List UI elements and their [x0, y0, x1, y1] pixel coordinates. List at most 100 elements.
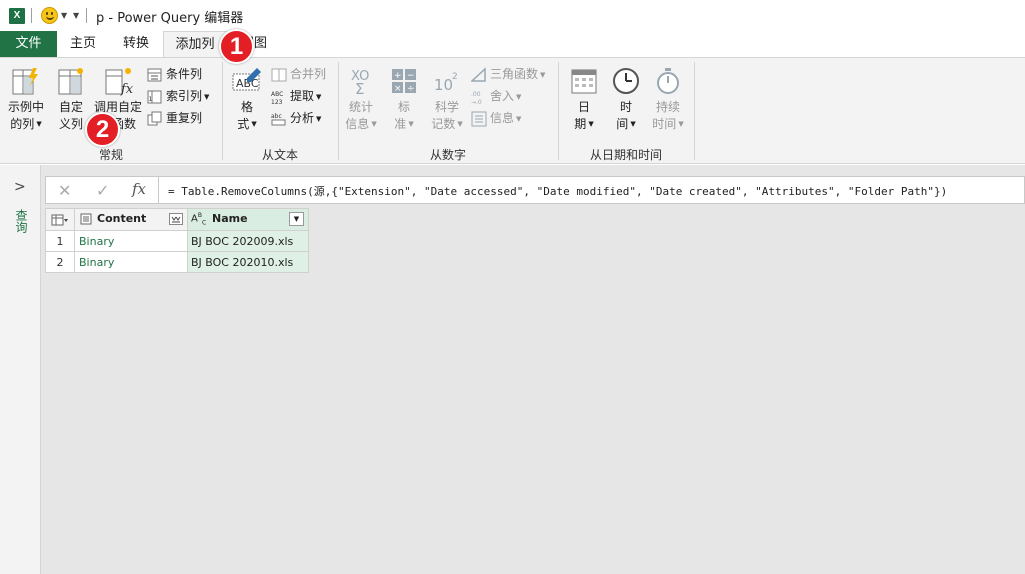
svg-text:−: −: [407, 71, 415, 81]
svg-text:→.0: →.0: [471, 99, 482, 105]
chevron-down-icon: ▼: [678, 120, 684, 128]
group-label-from-text: 从文本: [261, 148, 298, 162]
custom-column-icon: [58, 68, 83, 95]
text-type-icon: ABC: [191, 212, 207, 227]
conditional-column-label: 条件列: [166, 67, 203, 81]
filter-dropdown-icon[interactable]: ▼: [289, 212, 304, 226]
chevron-down-icon: ▼: [36, 120, 42, 128]
divider: [86, 8, 87, 23]
information-icon: [471, 111, 487, 126]
header-row: Content ABC Name ▼: [45, 208, 309, 231]
excel-icon: X: [9, 8, 25, 24]
rounding-icon: .00→.0: [471, 91, 482, 105]
table-menu-icon[interactable]: [45, 208, 75, 231]
check-icon[interactable]: ✓: [96, 181, 109, 200]
format-text-icon: ABC: [232, 68, 261, 91]
invoke-function-icon: fx: [105, 68, 133, 96]
window-title: p - Power Query 编辑器: [96, 11, 244, 26]
svg-text:2: 2: [452, 72, 458, 82]
title-bar: X ▼ ▼ p - Power Query 编辑器: [0, 0, 1025, 31]
tab-home[interactable]: 主页: [57, 31, 109, 57]
trigonometry-label: 三角函数: [490, 67, 539, 81]
scientific-button[interactable]: 10 2 科学 记数 ▼: [428, 66, 466, 133]
statistics-button[interactable]: XO Σ 统计 信息 ▼: [342, 66, 380, 133]
tab-add-column[interactable]: 添加列: [163, 31, 227, 58]
triangle-icon: [471, 66, 486, 82]
duplicate-column-button[interactable]: 重复列: [147, 109, 202, 127]
callout-badge: 2: [85, 112, 120, 147]
ribbon: 示例中 的列▼ 自定 义列 fx 调用自定 义函数 条件列 1索引列▼ 重复列 …: [0, 57, 1025, 164]
duplicate-column-icon: [147, 111, 162, 125]
queries-pane: > 查询: [0, 165, 41, 574]
duration-button[interactable]: 持续 时间 ▼: [648, 66, 688, 133]
information-button[interactable]: 信息 ▼: [471, 109, 521, 127]
chevron-right-icon[interactable]: >: [14, 179, 26, 195]
parse-icon: abc: [271, 113, 286, 125]
callout-badge: 1: [219, 29, 254, 64]
group-label-from-number: 从数字: [429, 148, 466, 162]
row-number: 2: [45, 251, 75, 273]
chevron-down-icon: ▼: [371, 120, 377, 128]
column-header-name[interactable]: ABC Name ▼: [187, 208, 309, 231]
chevron-down-icon: ▼: [540, 70, 546, 79]
cell-name[interactable]: BJ BOC 202010.xls: [187, 251, 309, 273]
parse-button[interactable]: abc 分析 ▼: [271, 109, 321, 127]
trigonometry-button[interactable]: 三角函数 ▼: [471, 65, 545, 83]
cell-content[interactable]: Binary: [74, 230, 188, 252]
column-from-examples-icon: [12, 68, 38, 95]
table-row[interactable]: 1 Binary BJ BOC 202009.xls: [45, 230, 309, 252]
rounding-label: 舍入: [490, 89, 515, 103]
binary-type-icon: [80, 213, 92, 225]
chevron-down-icon: ▼: [630, 120, 636, 128]
formula-input[interactable]: = Table.RemoveColumns(源,{"Extension", "D…: [168, 183, 947, 199]
tab-file[interactable]: 文件: [0, 31, 57, 57]
merge-columns-button[interactable]: 合并列: [271, 65, 326, 83]
svg-text:abc: abc: [271, 113, 282, 120]
cell-name[interactable]: BJ BOC 202009.xls: [187, 230, 309, 252]
chevron-down-icon: ▼: [516, 92, 522, 101]
time-button[interactable]: 时 间 ▼: [607, 66, 645, 133]
index-column-icon: 1: [147, 90, 162, 103]
column-header-content[interactable]: Content: [74, 208, 188, 231]
standard-math-icon: + − × ÷: [392, 69, 416, 94]
statistics-icon: XO Σ: [351, 69, 369, 96]
calendar-icon: [571, 69, 597, 94]
svg-text:+: +: [394, 71, 402, 81]
svg-text:ABC: ABC: [271, 91, 283, 98]
extract-icon: ABC123: [271, 91, 283, 105]
queries-pane-label[interactable]: 查询: [13, 209, 30, 233]
chevron-down-icon: ▼: [204, 92, 210, 101]
cancel-icon[interactable]: ✕: [58, 181, 71, 200]
chevron-down-icon: ▼: [251, 120, 257, 128]
index-column-label: 索引列: [166, 89, 203, 103]
extract-button[interactable]: ABC 123 提取 ▼: [271, 87, 321, 105]
extract-label: 提取: [290, 89, 315, 103]
duration-label: 持续 时间: [652, 100, 680, 131]
svg-text:fx: fx: [120, 82, 133, 96]
cell-content[interactable]: Binary: [74, 251, 188, 273]
expand-column-icon[interactable]: [169, 213, 183, 225]
smiley-icon[interactable]: [41, 7, 58, 24]
index-column-button[interactable]: 1 索引列 ▼: [147, 87, 209, 105]
column-from-examples-button[interactable]: 示例中 的列 ▼: [4, 66, 48, 133]
merge-columns-icon: [271, 68, 287, 81]
conditional-column-icon: [147, 68, 162, 81]
function-icon[interactable]: fx: [132, 180, 146, 198]
standard-button[interactable]: + − × ÷ 标 准 ▼: [385, 66, 423, 133]
information-label: 信息: [490, 111, 515, 125]
chevron-down-icon: ▼: [316, 114, 322, 123]
divider: [31, 8, 32, 23]
chevron-down-icon[interactable]: ▼: [61, 11, 67, 20]
statistics-label: 统计 信息: [345, 100, 373, 131]
rounding-button[interactable]: .00 →.0 舍入 ▼: [471, 87, 521, 105]
group-divider: [694, 62, 695, 160]
scientific-label: 科学 记数: [431, 100, 459, 131]
tab-transform[interactable]: 转换: [110, 31, 162, 57]
chevron-down-icon: ▼: [516, 114, 522, 123]
conditional-column-button[interactable]: 条件列: [147, 65, 202, 83]
format-button[interactable]: ABC 格 式 ▼: [229, 66, 265, 133]
customize-toolbar-icon[interactable]: ▼: [73, 11, 79, 20]
table-row[interactable]: 2 Binary BJ BOC 202010.xls: [45, 251, 309, 273]
date-button[interactable]: 日 期 ▼: [565, 66, 603, 133]
scientific-icon: 10 2: [434, 72, 458, 94]
